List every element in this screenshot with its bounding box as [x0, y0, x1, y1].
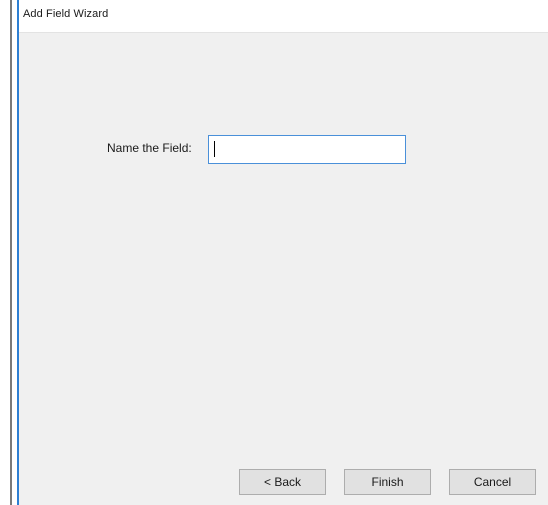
field-name-label: Name the Field:: [107, 141, 192, 155]
finish-button[interactable]: Finish: [344, 469, 431, 495]
text-caret: [214, 141, 215, 157]
cancel-button[interactable]: Cancel: [449, 469, 536, 495]
add-field-wizard-window: Add Field Wizard Name the Field: < Back …: [17, 0, 548, 505]
field-name-input[interactable]: [208, 135, 406, 164]
title-bar[interactable]: Add Field Wizard: [19, 0, 548, 33]
back-button[interactable]: < Back: [239, 469, 326, 495]
window-title: Add Field Wizard: [23, 8, 109, 20]
screen: Add Field Wizard Name the Field: < Back …: [0, 0, 548, 505]
background-divider: [10, 0, 12, 505]
